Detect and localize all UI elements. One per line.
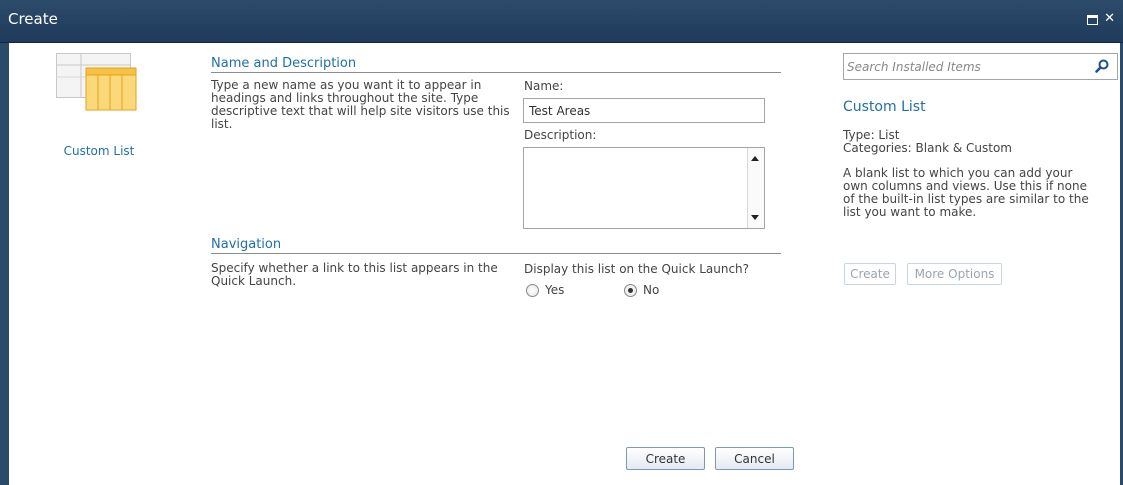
- search-icon[interactable]: [1095, 59, 1109, 73]
- details-panel: Custom List Type: List Categories: Blank…: [843, 43, 1119, 485]
- cancel-button[interactable]: Cancel: [715, 447, 794, 470]
- close-icon[interactable]: ✕: [1104, 12, 1115, 26]
- custom-list-icon[interactable]: [56, 53, 146, 115]
- navigation-section-title: Navigation: [211, 237, 282, 252]
- search-input[interactable]: [844, 54, 1084, 79]
- no-label: No: [643, 283, 660, 297]
- dialog-titlebar: Create ✕: [0, 0, 1123, 43]
- navigation-section-help: Specify whether a link to this list appe…: [211, 261, 498, 288]
- template-description: A blank list to which you can add your o…: [843, 166, 1089, 219]
- template-panel: Custom List: [9, 43, 189, 485]
- yes-radio[interactable]: [526, 283, 539, 297]
- description-textarea[interactable]: [523, 147, 765, 229]
- quick-launch-question: Display this list on the Quick Launch?: [524, 262, 750, 276]
- name-input[interactable]: [523, 98, 765, 123]
- panel-create-button[interactable]: Create: [844, 263, 896, 285]
- more-options-button[interactable]: More Options: [907, 263, 1002, 285]
- template-categories: Categories: Blank & Custom: [843, 141, 1012, 155]
- dialog-frame-left: [0, 43, 9, 485]
- create-button[interactable]: Create: [626, 447, 705, 470]
- navigation-section-divider: [211, 253, 781, 254]
- window-controls: ✕: [1087, 12, 1115, 26]
- maximize-icon[interactable]: [1087, 15, 1099, 25]
- description-label: Description:: [524, 128, 597, 142]
- selected-template-title: Custom List: [843, 99, 926, 115]
- name-section-title: Name and Description: [211, 56, 357, 71]
- name-section-divider: [211, 72, 781, 73]
- custom-list-link[interactable]: Custom List: [9, 144, 189, 158]
- scroll-up-icon[interactable]: [751, 156, 759, 161]
- no-radio[interactable]: [624, 283, 637, 297]
- search-box[interactable]: [843, 53, 1118, 80]
- name-label: Name:: [524, 79, 564, 93]
- dialog-title: Create: [8, 10, 58, 28]
- yes-label: Yes: [545, 283, 565, 297]
- name-section-help: Type a new name as you want it to appear…: [211, 78, 510, 131]
- scroll-down-icon[interactable]: [751, 215, 759, 220]
- description-scrollbar[interactable]: [747, 148, 764, 228]
- quick-launch-yes-option[interactable]: Yes: [526, 283, 564, 297]
- quick-launch-no-option[interactable]: No: [624, 283, 659, 297]
